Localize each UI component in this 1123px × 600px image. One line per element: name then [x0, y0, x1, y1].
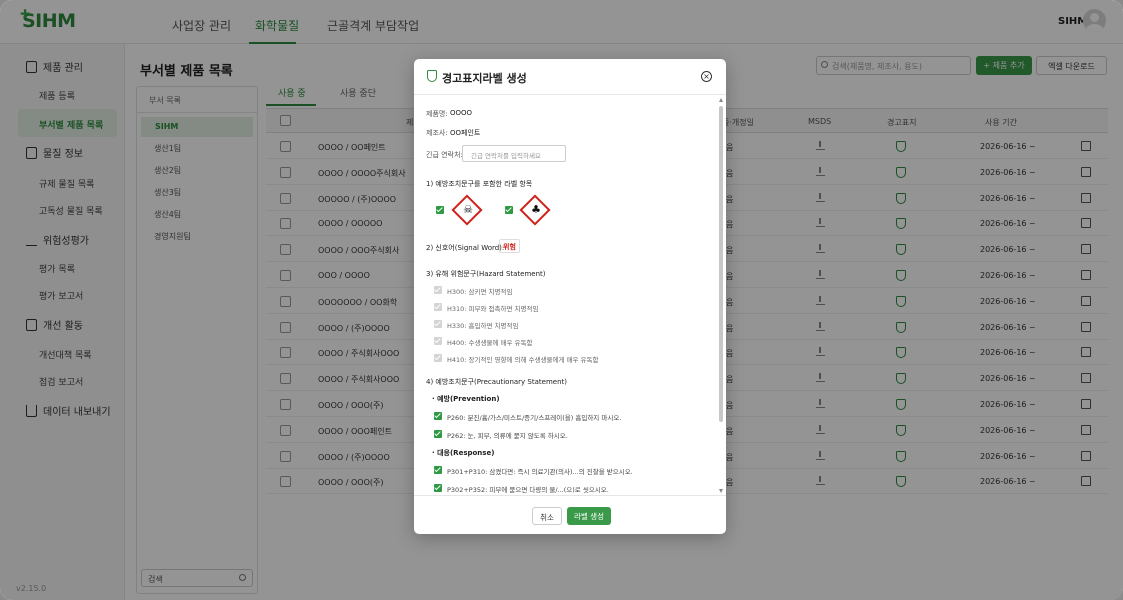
create-label-button[interactable]: 라벨 생성 [567, 507, 611, 525]
hazard-statement: H300: 삼키면 치명적임 [447, 288, 513, 296]
hazard-statement-title: 3) 유해 위험문구(Hazard Statement) [426, 270, 546, 278]
scroll-down-arrow-icon[interactable] [719, 489, 723, 493]
cancel-button[interactable]: 취소 [532, 507, 562, 525]
emergency-contact-input[interactable]: 긴급 연락처를 입력하세요 [462, 145, 566, 162]
emergency-contact-label: 긴급 연락처: [426, 151, 463, 159]
precaution-checkbox[interactable] [434, 484, 442, 492]
precautionary-statement-title: 4) 예방조치문구(Precautionary Statement) [426, 378, 567, 386]
section-label-items: 1) 예방조치문구를 포함한 라벨 항목 [426, 180, 533, 188]
close-icon[interactable]: × [701, 71, 712, 82]
product-name-label: 제품명: [426, 110, 448, 118]
fish-tree-icon: ♣ [531, 203, 541, 216]
manufacturer-value: OO페인트 [450, 129, 481, 137]
dialog-scrollbar[interactable] [719, 98, 724, 493]
precaution-checkbox[interactable] [434, 430, 442, 438]
manufacturer-label: 제조사: [426, 129, 448, 137]
hazard-checkbox [434, 303, 442, 311]
hazard-checkbox [434, 286, 442, 294]
precaution-checkbox[interactable] [434, 412, 442, 420]
hazard-statement: H400: 수생생물에 매우 유독함 [447, 339, 533, 347]
precaution-statement: P302+P352: 피부에 묻으면 다량의 물/...(으)로 씻으시오. [447, 486, 609, 494]
hazard-checkbox [434, 337, 442, 345]
hazard-checkbox [434, 354, 442, 362]
precaution-statement: P262: 눈, 피부, 의류에 묻지 않도록 하시오. [447, 432, 568, 440]
scroll-up-arrow-icon[interactable] [719, 98, 723, 102]
precaution-checkbox[interactable] [434, 466, 442, 474]
prevention-subtitle: · 예방(Prevention) [432, 395, 500, 403]
pictogram-toxic-checkbox[interactable] [436, 206, 444, 214]
pictogram-environment-checkbox[interactable] [505, 206, 513, 214]
shield-icon [427, 70, 437, 82]
label-generation-dialog: 경고표지라벨 생성 × 제품명: OOOO 제조사: OO페인트 긴급 연락처:… [414, 59, 726, 534]
scroll-thumb[interactable] [719, 106, 723, 422]
dialog-body: 제품명: OOOO 제조사: OO페인트 긴급 연락처: 긴급 연락처를 입력하… [414, 95, 726, 495]
dialog-header: 경고표지라벨 생성 × [414, 59, 726, 95]
precaution-statement: P301+P310: 삼켰다면: 즉시 의료기관(의사)...의 진찰을 받으시… [447, 468, 633, 476]
dialog-footer: 취소 라벨 생성 [414, 495, 726, 534]
skull-icon: ☠ [463, 203, 473, 216]
hazard-statement: H330: 흡입하면 치명적임 [447, 322, 519, 330]
hazard-statement: H410: 장기적인 영향에 의해 수생생물에게 매우 유독함 [447, 356, 599, 364]
response-subtitle: · 대응(Response) [432, 449, 495, 457]
hazard-statement: H310: 피부와 접촉하면 치명적임 [447, 305, 539, 313]
hazard-checkbox [434, 320, 442, 328]
precaution-statement: P260: 분진/흄/가스/미스트/증기/스프레이(을) 흡입하지 마시오. [447, 414, 622, 422]
signal-word-badge: 위험 [499, 239, 520, 253]
signal-word-label: 2) 신호어(Signal Word): [426, 244, 505, 252]
product-name-value: OOOO [450, 109, 473, 117]
dialog-title: 경고표지라벨 생성 [442, 72, 527, 85]
app-window: ✚ SIHM 사업장 관리 화학물질 근골격계 부담작업 SIHM 제품 관리 제… [0, 0, 1123, 600]
